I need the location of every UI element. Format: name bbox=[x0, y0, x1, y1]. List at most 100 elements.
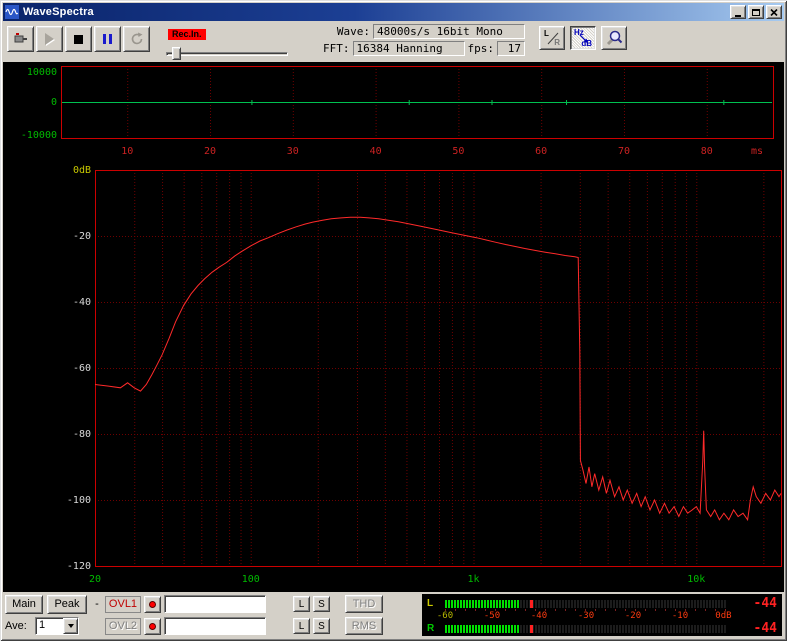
svg-text:0: 0 bbox=[51, 97, 57, 108]
db-axis-icon: dB bbox=[581, 39, 592, 48]
svg-text:-80: -80 bbox=[73, 429, 91, 440]
ovl2-load-button[interactable]: L bbox=[293, 618, 310, 634]
fft-label: FFT: bbox=[323, 42, 350, 55]
svg-text:10k: 10k bbox=[687, 574, 705, 585]
right-level-meter bbox=[445, 625, 727, 633]
loop-button[interactable] bbox=[123, 26, 150, 52]
svg-text:80: 80 bbox=[701, 146, 713, 157]
fps-label: fps: bbox=[468, 42, 495, 55]
svg-text:70: 70 bbox=[618, 146, 630, 157]
rms-button[interactable]: RMS bbox=[345, 617, 383, 635]
svg-text:10000: 10000 bbox=[27, 67, 57, 78]
hz-db-axis-button[interactable]: Hz dB bbox=[570, 26, 596, 50]
pause-button[interactable] bbox=[94, 26, 121, 52]
channel-select-button[interactable]: L R bbox=[539, 26, 565, 50]
ave-label: Ave: bbox=[5, 617, 31, 635]
bottom-bar: Main Peak - OVL1 L S THD Ave: 1 bbox=[3, 592, 784, 638]
svg-text:ms: ms bbox=[751, 146, 763, 157]
ovl1-save-button[interactable]: S bbox=[313, 596, 330, 612]
record-status-group: Rec.In. bbox=[166, 24, 292, 61]
average-value: 1 bbox=[36, 618, 63, 634]
stop-icon bbox=[74, 35, 83, 44]
left-channel-label: L bbox=[427, 598, 441, 609]
ovl1-comment-input[interactable] bbox=[164, 595, 266, 613]
svg-text:-10000: -10000 bbox=[21, 130, 57, 141]
position-slider[interactable] bbox=[166, 45, 292, 61]
ovl2-color-button[interactable] bbox=[144, 618, 161, 635]
svg-text:100: 100 bbox=[242, 574, 260, 585]
meter-scale-label: 0dB bbox=[715, 611, 731, 621]
svg-text:60: 60 bbox=[535, 146, 547, 157]
meter-scale-label: -60 bbox=[437, 611, 453, 621]
spectrum-chart: 0dB-20-40-60-80-100-120201001k10k bbox=[3, 160, 784, 592]
transport-controls bbox=[7, 26, 150, 52]
minimize-icon bbox=[735, 15, 741, 17]
average-select[interactable]: 1 bbox=[35, 617, 79, 635]
svg-text:0dB: 0dB bbox=[73, 165, 91, 176]
bottom-controls: Main Peak - OVL1 L S THD Ave: 1 bbox=[5, 594, 420, 636]
ovl2-comment-input[interactable] bbox=[164, 617, 266, 635]
stop-button[interactable] bbox=[65, 26, 92, 52]
ovl2-button[interactable]: OVL2 bbox=[105, 618, 141, 635]
window-title: WaveSpectra bbox=[23, 6, 728, 18]
ovl1-color-button[interactable] bbox=[144, 596, 161, 613]
right-channel-icon: R bbox=[554, 38, 560, 47]
close-button[interactable] bbox=[766, 5, 782, 19]
slider-track[interactable] bbox=[166, 52, 288, 56]
titlebar[interactable]: WaveSpectra bbox=[3, 3, 784, 21]
left-meter-fill bbox=[445, 600, 520, 608]
play-button[interactable] bbox=[36, 26, 63, 52]
wavespectra-window: WaveSpectra bbox=[0, 0, 787, 641]
format-fields: Wave: 48000s/s 16bit Mono FFT: 16384 Han… bbox=[320, 24, 525, 58]
svg-text:20: 20 bbox=[204, 146, 216, 157]
magnifier-icon bbox=[605, 29, 623, 47]
spectrum-display: 0dB-20-40-60-80-100-120201001k10k bbox=[3, 160, 784, 592]
loop-icon bbox=[129, 31, 145, 47]
left-level-value: -44 bbox=[731, 596, 777, 611]
minimize-button[interactable] bbox=[730, 5, 746, 19]
svg-text:-20: -20 bbox=[73, 231, 91, 242]
overlay2-row: Ave: 1 OVL2 L S RMS bbox=[5, 616, 420, 636]
svg-text:-100: -100 bbox=[67, 495, 91, 506]
level-meter-panel: L -44 -60-50-40-30-20-100dB R -44 bbox=[422, 594, 782, 636]
input-device-button[interactable] bbox=[7, 26, 34, 52]
slider-thumb[interactable] bbox=[172, 47, 181, 60]
maximize-icon bbox=[752, 9, 760, 16]
overlay1-row: Main Peak - OVL1 L S THD bbox=[5, 594, 420, 614]
maximize-button[interactable] bbox=[748, 5, 764, 19]
svg-text:-60: -60 bbox=[73, 363, 91, 374]
peak-button[interactable]: Peak bbox=[47, 595, 87, 614]
red-led-icon bbox=[149, 601, 156, 608]
meter-scale-label: -10 bbox=[672, 611, 688, 621]
settings-button[interactable] bbox=[601, 26, 627, 50]
app-icon bbox=[5, 5, 19, 19]
waveform-display: 10000 0 -10000 10 20 30 40 50 60 70 80 ms bbox=[3, 62, 784, 160]
view-toggle-buttons: L R Hz dB bbox=[539, 26, 627, 50]
close-icon bbox=[770, 9, 778, 16]
waveform-chart: 10000 0 -10000 10 20 30 40 50 60 70 80 ms bbox=[3, 62, 784, 160]
dropdown-arrow-icon[interactable] bbox=[63, 618, 78, 634]
input-device-icon bbox=[13, 31, 29, 47]
svg-text:20: 20 bbox=[89, 574, 101, 585]
ovl1-button[interactable]: OVL1 bbox=[105, 596, 141, 613]
right-channel-label: R bbox=[427, 623, 441, 634]
rec-in-indicator: Rec.In. bbox=[168, 29, 206, 40]
meter-scale: -60-50-40-30-20-100dB bbox=[445, 611, 727, 621]
play-icon bbox=[45, 33, 54, 45]
meter-scale-label: -30 bbox=[578, 611, 594, 621]
pause-icon bbox=[103, 34, 112, 44]
ovl2-save-button[interactable]: S bbox=[313, 618, 330, 634]
svg-text:1k: 1k bbox=[467, 574, 479, 585]
main-button[interactable]: Main bbox=[5, 595, 43, 614]
svg-text:10: 10 bbox=[121, 146, 133, 157]
ovl1-load-button[interactable]: L bbox=[293, 596, 310, 612]
left-level-meter bbox=[445, 600, 727, 608]
separator-dash: - bbox=[92, 598, 102, 610]
svg-text:40: 40 bbox=[370, 146, 382, 157]
red-led-icon bbox=[149, 623, 156, 630]
meter-scale-label: -20 bbox=[625, 611, 641, 621]
left-meter-peak bbox=[530, 600, 533, 608]
svg-text:30: 30 bbox=[287, 146, 299, 157]
thd-button[interactable]: THD bbox=[345, 595, 383, 613]
svg-text:50: 50 bbox=[452, 146, 464, 157]
